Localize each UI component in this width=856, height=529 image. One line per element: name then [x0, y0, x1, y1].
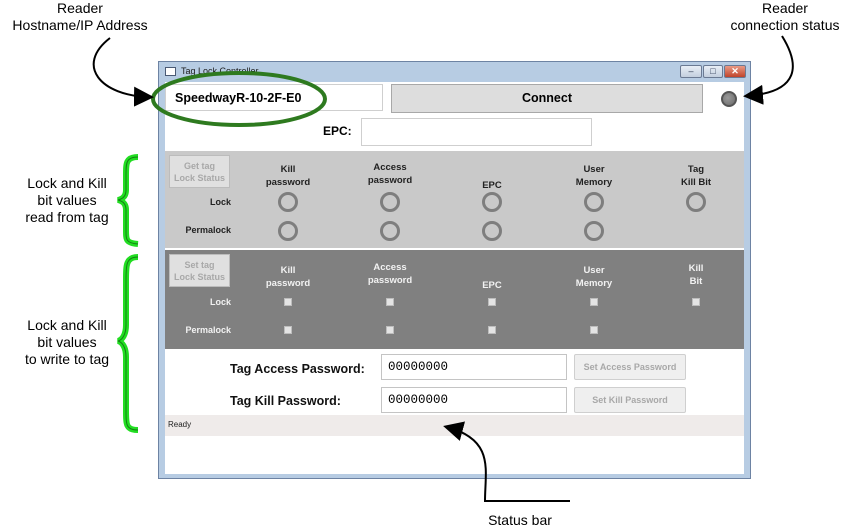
hostname-highlight-ellipse	[151, 71, 327, 127]
read-values-brace	[117, 154, 139, 247]
connection-status-arrow	[743, 35, 794, 105]
annotation-overlay	[92, 35, 794, 502]
hostname-arrow	[92, 37, 154, 107]
write-values-brace	[116, 254, 139, 433]
status-bar-arrow	[443, 421, 570, 502]
